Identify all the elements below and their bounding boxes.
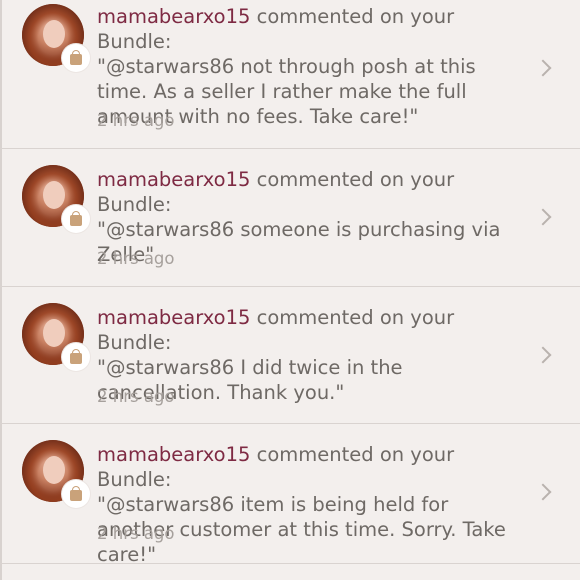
bag-body: [70, 352, 82, 364]
shopping-bag-icon: [62, 205, 90, 233]
notification-item[interactable]: mamabearxo15 commented on your Bundle: "…: [0, 424, 580, 567]
avatar-face: [43, 456, 65, 484]
chevron-right-icon[interactable]: [534, 483, 552, 501]
chevron-right-icon[interactable]: [534, 208, 552, 226]
timestamp: 2 hrs ago: [97, 111, 175, 130]
shopping-bag-icon: [62, 480, 90, 508]
bag-body: [70, 54, 82, 65]
avatar-face: [43, 318, 65, 347]
chevron-right-icon[interactable]: [534, 346, 552, 363]
avatar-face: [43, 181, 65, 209]
avatar-face: [43, 20, 65, 48]
notification-item[interactable]: mamabearxo15 commented on your Bundle: "…: [0, 287, 580, 424]
timestamp: 2 hrs ago: [97, 249, 175, 268]
shopping-bag-icon: [62, 44, 90, 72]
chevron-right-icon[interactable]: [534, 59, 552, 77]
notification-text: mamabearxo15 commented on your Bundle: "…: [97, 442, 527, 567]
notification-item[interactable]: mamabearxo15 commented on your Bundle: "…: [0, 0, 580, 149]
username-link[interactable]: mamabearxo15: [97, 168, 250, 191]
shopping-bag-icon: [62, 342, 90, 371]
notification-item[interactable]: mamabearxo15 commented on your Bundle: "…: [0, 149, 580, 287]
bag-body: [70, 215, 82, 226]
username-link[interactable]: mamabearxo15: [97, 306, 250, 329]
timestamp: 2 hrs ago: [97, 524, 175, 543]
username-link[interactable]: mamabearxo15: [97, 5, 250, 28]
notification-list: mamabearxo15 commented on your Bundle: "…: [0, 0, 580, 567]
username-link[interactable]: mamabearxo15: [97, 443, 250, 466]
timestamp: 2 hrs ago: [97, 386, 175, 406]
bag-body: [70, 490, 82, 501]
